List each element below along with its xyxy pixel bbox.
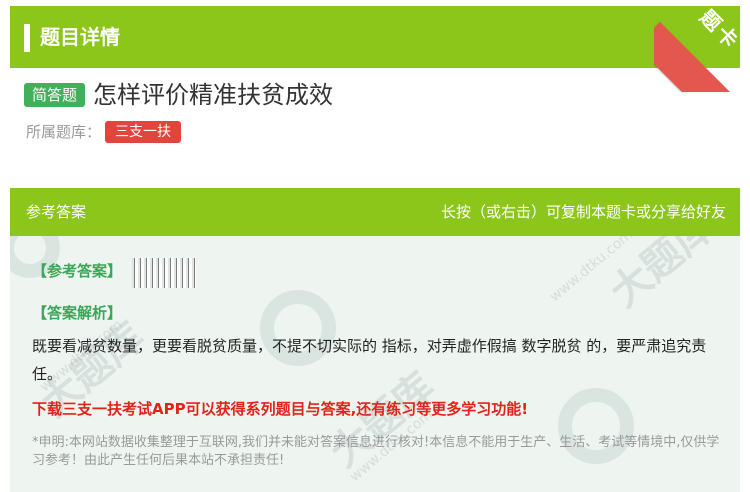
answer-image xyxy=(132,258,196,288)
question-bank-row: 所属题库： 三支一扶 xyxy=(26,121,182,143)
ribbon-label: 题卡 xyxy=(695,4,745,55)
app-download-promo[interactable]: 下载三支一扶考试APP可以获得系列题目与答案,还有练习等更多学习功能! xyxy=(32,398,528,420)
answer-card: 大题库 大题库 大题库 www.dtku.com www.dtku.com ww… xyxy=(10,188,740,492)
explanation-text: 既要看减贫数量，更要看脱贫质量，不提不切实际的 指标，对弄虚作假搞 数字脱贫 的… xyxy=(32,337,707,383)
watermark-url: www.dtku.com xyxy=(546,226,636,306)
disclaimer-text: *申明:本网站数据收集整理于互联网,我们并未能对答案信息进行核对!本信息不能用于… xyxy=(32,435,720,468)
question-row: 简答题 怎样评价精准扶贫成效 xyxy=(24,80,333,110)
share-hint: 长按（或右击）可复制本题卡或分享给好友 xyxy=(440,203,726,221)
answer-card-title: 参考答案 xyxy=(26,203,87,221)
question-bank-label: 所属题库： xyxy=(26,123,102,141)
question-type-badge: 简答题 xyxy=(24,83,86,107)
header-accent-bar xyxy=(24,24,30,52)
page-title: 题目详情 xyxy=(40,25,120,49)
page-header: 题目详情 xyxy=(10,6,740,68)
answer-label: 【参考答案】 xyxy=(32,262,123,280)
answer-card-header: 参考答案 长按（或右击）可复制本题卡或分享给好友 xyxy=(10,188,740,236)
explanation-label: 【答案解析】 xyxy=(32,304,123,322)
question-bank-tag[interactable]: 三支一扶 xyxy=(105,121,182,143)
corner-ribbon[interactable]: 题卡 xyxy=(654,0,750,92)
question-title: 怎样评价精准扶贫成效 xyxy=(93,81,334,109)
